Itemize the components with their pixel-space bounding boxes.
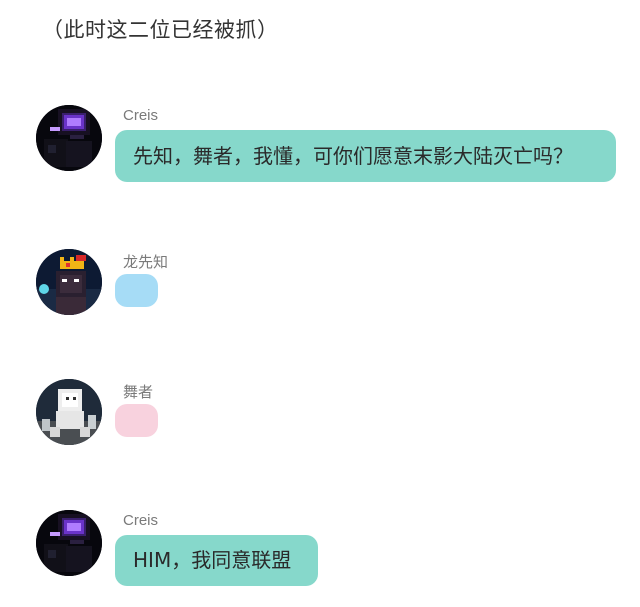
enderman-avatar-icon: [36, 510, 102, 576]
avatar[interactable]: [36, 249, 102, 315]
chat-message: 舞者: [36, 379, 626, 449]
message-bubble[interactable]: [115, 274, 158, 307]
chat-message: 龙先知: [36, 249, 626, 319]
message-bubble[interactable]: 先知，舞者，我懂，可你们愿意末影大陆灭亡吗？: [115, 130, 616, 182]
enderman-avatar-icon: [36, 105, 102, 171]
avatar[interactable]: [36, 379, 102, 445]
sender-name: 龙先知: [123, 254, 169, 271]
chat-message: Creis HIM，我同意联盟: [36, 510, 626, 590]
white-figure-avatar-icon: [36, 379, 102, 445]
avatar[interactable]: [36, 510, 102, 576]
avatar[interactable]: [36, 105, 102, 171]
sender-name: 舞者: [123, 384, 154, 401]
message-bubble[interactable]: HIM，我同意联盟: [115, 535, 318, 586]
sender-name: Creis: [123, 107, 159, 124]
sender-name: Creis: [123, 512, 159, 529]
message-bubble[interactable]: [115, 404, 158, 437]
narration-text: （此时这二位已经被抓）: [42, 18, 279, 42]
chat-message: Creis 先知，舞者，我懂，可你们愿意末影大陆灭亡吗？: [36, 105, 626, 185]
crowned-figure-avatar-icon: [36, 249, 102, 315]
